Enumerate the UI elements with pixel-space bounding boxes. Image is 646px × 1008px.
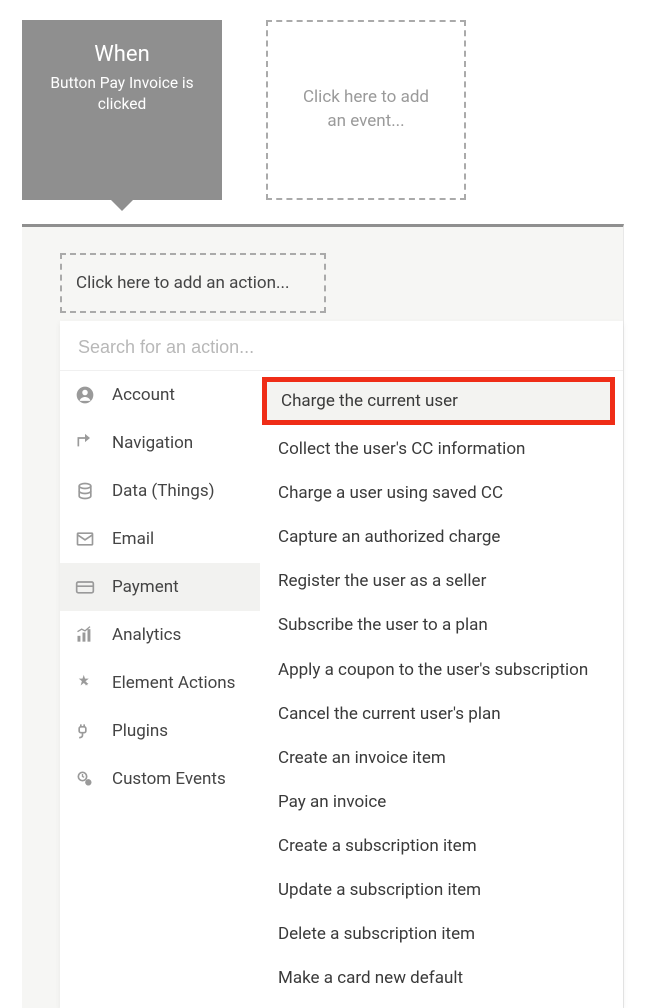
action-card-default[interactable]: Make a card new default	[260, 956, 623, 1000]
category-label: Element Actions	[112, 673, 235, 693]
action-delete-sub-item[interactable]: Delete a subscription item	[260, 912, 623, 956]
action-panel: Click here to add an action... Account N…	[22, 224, 624, 1008]
action-update-sub-item[interactable]: Update a subscription item	[260, 868, 623, 912]
action-charge-saved-cc[interactable]: Charge a user using saved CC	[260, 471, 623, 515]
category-label: Plugins	[112, 721, 168, 741]
category-email[interactable]: Email	[60, 515, 260, 563]
action-collect-cc[interactable]: Collect the user's CC information	[260, 427, 623, 471]
plugins-icon	[74, 720, 96, 742]
category-label: Payment	[112, 577, 179, 597]
add-event-text: Click here to add an event...	[292, 86, 440, 134]
payment-icon	[74, 576, 96, 598]
category-label: Analytics	[112, 625, 181, 645]
category-label: Account	[112, 385, 175, 405]
data-icon	[74, 480, 96, 502]
category-list: Account Navigation Data (Things)	[60, 371, 260, 1008]
add-action-text: Click here to add an action...	[76, 273, 289, 293]
category-label: Data (Things)	[112, 481, 215, 501]
category-label: Email	[112, 529, 154, 549]
analytics-icon	[74, 624, 96, 646]
action-pay-invoice[interactable]: Pay an invoice	[260, 780, 623, 824]
action-dropdown: Account Navigation Data (Things)	[60, 321, 623, 1008]
when-label: When	[94, 42, 149, 67]
action-apply-coupon[interactable]: Apply a coupon to the user's subscriptio…	[260, 648, 623, 692]
action-list: Charge the current user Collect the user…	[260, 371, 623, 1008]
add-event-placeholder[interactable]: Click here to add an event...	[266, 20, 466, 200]
action-charge-current-user[interactable]: Charge the current user	[262, 377, 615, 425]
event-description: Button Pay Invoice is clicked	[34, 73, 210, 115]
category-analytics[interactable]: Analytics	[60, 611, 260, 659]
add-action-placeholder[interactable]: Click here to add an action...	[60, 253, 326, 313]
category-label: Custom Events	[112, 769, 226, 789]
category-plugins[interactable]: Plugins	[60, 707, 260, 755]
category-data[interactable]: Data (Things)	[60, 467, 260, 515]
category-account[interactable]: Account	[60, 371, 260, 419]
category-custom-events[interactable]: Custom Events	[60, 755, 260, 803]
navigation-icon	[74, 432, 96, 454]
action-cancel-plan[interactable]: Cancel the current user's plan	[260, 692, 623, 736]
action-create-sub-item[interactable]: Create a subscription item	[260, 824, 623, 868]
search-input[interactable]	[78, 337, 605, 358]
category-element-actions[interactable]: Element Actions	[60, 659, 260, 707]
action-capture-charge[interactable]: Capture an authorized charge	[260, 515, 623, 559]
account-icon	[74, 384, 96, 406]
action-register-seller[interactable]: Register the user as a seller	[260, 559, 623, 603]
element-actions-icon	[74, 672, 96, 694]
event-block-when[interactable]: When Button Pay Invoice is clicked	[22, 20, 222, 200]
category-navigation[interactable]: Navigation	[60, 419, 260, 467]
category-payment[interactable]: Payment	[60, 563, 260, 611]
action-create-invoice-item[interactable]: Create an invoice item	[260, 736, 623, 780]
category-label: Navigation	[112, 433, 193, 453]
email-icon	[74, 528, 96, 550]
action-subscribe-plan[interactable]: Subscribe the user to a plan	[260, 603, 623, 647]
custom-events-icon	[74, 768, 96, 790]
